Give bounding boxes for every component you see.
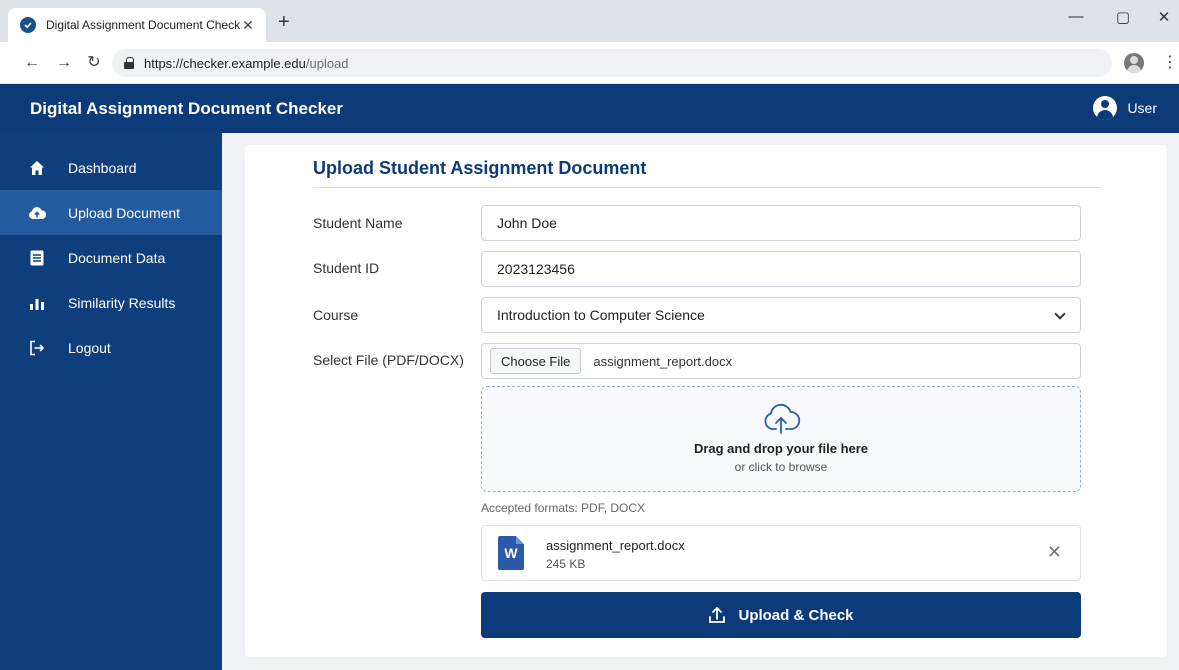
cloud-upload-icon: [764, 403, 801, 434]
minimize-button[interactable]: —: [1061, 8, 1091, 25]
sidebar-item-label: Logout: [68, 339, 111, 356]
browser-tab-bar: Digital Assignment Document Checker ✕ + …: [0, 0, 1179, 42]
browser-tab[interactable]: Digital Assignment Document Checker ✕: [8, 8, 266, 42]
sidebar-item-label: Upload Document: [68, 204, 181, 221]
browser-menu-icon[interactable]: ⋮: [1162, 54, 1178, 72]
sidebar-item-label: Similarity Results: [68, 294, 176, 311]
home-icon: [28, 159, 46, 177]
app-title: Digital Assignment Document Checker: [30, 98, 343, 118]
document-icon: [28, 249, 46, 267]
file-input[interactable]: Choose File assignment_report.docx: [481, 343, 1081, 379]
student-name-input[interactable]: John Doe: [481, 205, 1081, 241]
file-dropzone[interactable]: Drag and drop your file here or click to…: [481, 386, 1081, 492]
url-path: /upload: [305, 55, 349, 71]
sidebar-item-label: Dashboard: [68, 159, 137, 176]
title-divider: [313, 187, 1101, 188]
dropzone-sub-text: or click to browse: [734, 460, 828, 474]
bar-chart-icon: [28, 294, 46, 312]
sidebar: Dashboard Upload Document Document Data …: [0, 133, 222, 670]
choose-file-button[interactable]: Choose File: [490, 348, 582, 374]
word-document-icon: W: [498, 536, 524, 570]
app-header: Digital Assignment Document Checker User: [0, 84, 1179, 133]
course-select[interactable]: Introduction to Computer Science: [481, 297, 1081, 333]
page-title: Upload Student Assignment Document: [313, 158, 647, 178]
sidebar-item-label: Document Data: [68, 249, 166, 266]
file-label: Select File (PDF/DOCX): [313, 352, 464, 368]
chevron-down-icon: [1054, 308, 1066, 320]
browser-address-bar: ← → ↻ https://checker.example.edu/upload…: [0, 42, 1179, 84]
sidebar-item-dashboard[interactable]: Dashboard: [0, 145, 222, 190]
user-label: User: [1127, 100, 1157, 116]
cloud-upload-icon: [28, 204, 46, 222]
reload-button[interactable]: ↻: [84, 53, 104, 73]
tab-close-icon[interactable]: ✕: [240, 17, 256, 34]
maximize-button[interactable]: ▢: [1108, 8, 1138, 26]
sidebar-item-similarity-results[interactable]: Similarity Results: [0, 280, 222, 325]
word-icon-letter: W: [504, 545, 518, 561]
dropzone-main-text: Drag and drop your file here: [693, 441, 869, 456]
tab-title: Digital Assignment Document Checker: [46, 18, 240, 32]
app-favicon-icon: [20, 17, 36, 33]
window-close-button[interactable]: ✕: [1149, 8, 1179, 26]
uploaded-file-name: assignment_report.docx: [546, 538, 685, 553]
logout-icon: [28, 339, 46, 357]
upload-button-label: Upload & Check: [738, 606, 854, 624]
url-input[interactable]: https://checker.example.edu/upload: [112, 49, 1112, 77]
student-id-value: 2023123456: [497, 261, 575, 277]
remove-file-icon[interactable]: ✕: [1047, 542, 1062, 562]
accepted-formats-text: Accepted formats: PDF, DOCX: [481, 501, 646, 515]
back-button[interactable]: ←: [22, 53, 42, 73]
course-value: Introduction to Computer Science: [497, 307, 705, 323]
forward-button[interactable]: →: [54, 53, 74, 73]
student-id-label: Student ID: [313, 260, 380, 276]
upload-icon: [709, 606, 726, 623]
student-id-input[interactable]: 2023123456: [481, 251, 1081, 287]
chosen-file-name: assignment_report.docx: [593, 353, 733, 369]
student-name-label: Student Name: [313, 215, 403, 231]
uploaded-file-item: W assignment_report.docx 245 KB ✕: [481, 525, 1081, 581]
sidebar-item-document-data[interactable]: Document Data: [0, 235, 222, 280]
new-tab-button[interactable]: +: [278, 12, 290, 32]
user-avatar-icon: [1093, 96, 1118, 120]
user-menu[interactable]: User: [1093, 96, 1157, 120]
url-host: https://checker.example.edu: [144, 55, 306, 71]
student-name-value: John Doe: [497, 215, 557, 231]
sidebar-item-logout[interactable]: Logout: [0, 325, 222, 370]
uploaded-file-size: 245 KB: [546, 557, 586, 571]
sidebar-item-upload-document[interactable]: Upload Document: [0, 190, 222, 235]
course-label: Course: [313, 307, 359, 323]
profile-icon[interactable]: [1124, 53, 1144, 73]
upload-and-check-button[interactable]: Upload & Check: [481, 592, 1081, 638]
lock-icon: [124, 57, 134, 69]
